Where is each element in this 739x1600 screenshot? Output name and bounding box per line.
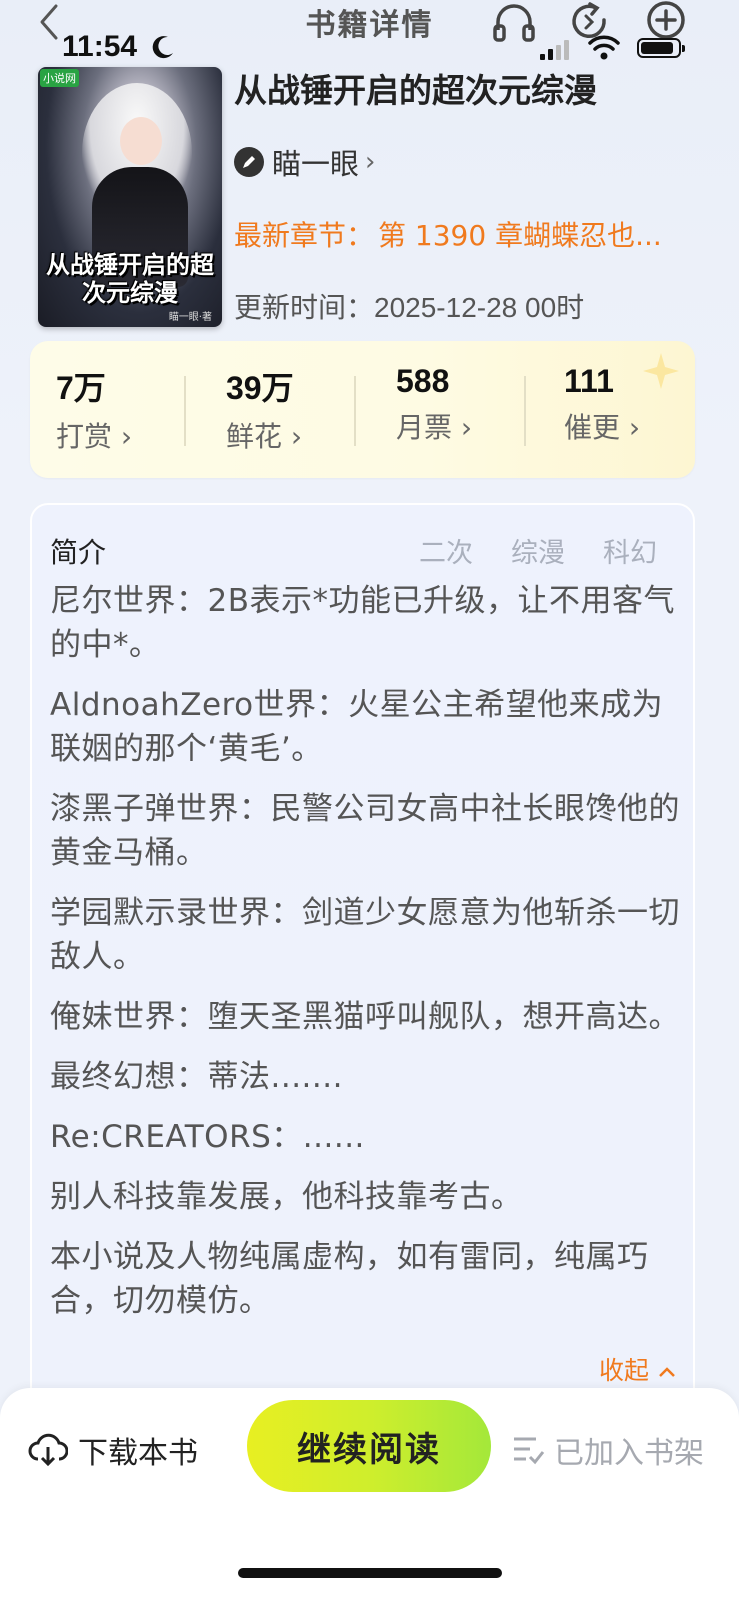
battery-icon (637, 38, 685, 58)
stat-label: 月票 (396, 411, 453, 444)
collapse-label: 收起 (599, 1356, 650, 1385)
chevron-right-icon: › (120, 420, 133, 453)
cover-badge: 小说网 (40, 69, 79, 87)
chevron-up-icon (659, 1367, 675, 1377)
latest-chapter-value: 第 1390 章蝴蝶忍也... (378, 219, 662, 252)
stat-label: 鲜花 (226, 420, 283, 453)
intro-paragraph: 本小说及人物纯属虚构，如有雷同，纯属巧合，切勿模仿。 (50, 1239, 649, 1319)
stat-label: 打赏 (56, 420, 113, 453)
stat-value: 111 (564, 363, 614, 399)
download-label: 下载本书 (78, 1436, 198, 1471)
divider (524, 376, 526, 446)
intro-card: 简介 二次 综漫 科幻 尼尔世界：2B表示*功能已升级，让不用客气的中*。 Al… (30, 503, 695, 1408)
tag[interactable]: 二次 (419, 531, 473, 570)
signal-icon (540, 40, 569, 60)
pen-icon (234, 147, 264, 177)
download-button[interactable]: 下载本书 (28, 1428, 198, 1472)
bookshelf-check-icon (514, 1437, 545, 1465)
shelf-label: 已加入书架 (554, 1436, 704, 1471)
intro-text: 尼尔世界：2B表示*功能已升级，让不用客气的中*。 AldnoahZero世界：… (50, 579, 680, 1339)
latest-chapter-link[interactable]: 最新章节：第 1390 章蝴蝶忍也... (234, 214, 674, 254)
headphones-icon[interactable] (490, 0, 538, 46)
tag[interactable]: 综漫 (511, 531, 565, 570)
intro-paragraph: 学园默示录世界：剑道少女愿意为他斩杀一切敌人。 (50, 895, 680, 975)
added-to-shelf-button[interactable]: 已加入书架 (510, 1428, 704, 1472)
author-name: 瞄一眼 (272, 147, 360, 181)
cover-title: 从战锤开启的超次元综漫 (46, 251, 214, 307)
tag-list: 二次 综漫 科幻 (419, 531, 657, 570)
divider (184, 376, 186, 446)
stats-card: 7万 打赏 › 39万 鲜花 › 588 月票 › 111 催更 › (30, 341, 695, 478)
status-time: 11:54 (62, 30, 138, 63)
book-title: 从战锤开启的超次元综漫 (234, 71, 597, 110)
intro-paragraph: 最终幻想：蒂法....... (50, 1059, 343, 1095)
book-cover[interactable]: 小说网 从战锤开启的超次元综漫 瞄一眼·著 (38, 67, 222, 327)
chevron-right-icon: › (365, 147, 376, 177)
updated-time: 更新时间：2025-12-28 00时 (234, 286, 584, 326)
wifi-icon (588, 35, 620, 60)
stat-label: 催更 (564, 411, 621, 444)
tag[interactable]: 科幻 (603, 531, 657, 570)
latest-chapter-label: 最新章节： (234, 219, 375, 252)
updated-label: 更新时间： (234, 291, 375, 324)
author-link[interactable]: 瞄一眼 › (234, 142, 375, 182)
divider (354, 376, 356, 446)
moon-icon (152, 36, 173, 59)
intro-paragraph: 别人科技靠发展，他科技靠考古。 (50, 1179, 523, 1215)
updated-value: 2025-12-28 00时 (374, 292, 585, 323)
top-nav: 书籍详情 11:54 (0, 0, 739, 64)
chevron-right-icon: › (628, 411, 641, 444)
chevron-right-icon: › (460, 411, 473, 444)
cover-art-face (120, 117, 162, 165)
sparkle-icon (643, 353, 679, 389)
collapse-button[interactable]: 收起 (599, 1351, 677, 1387)
intro-paragraph: AldnoahZero世界：火星公主希望他来成为联姻的那个‘黄毛’。 (50, 687, 664, 767)
intro-heading: 简介 (50, 536, 107, 569)
cover-author: 瞄一眼·著 (168, 312, 212, 323)
intro-paragraph: Re:CREATORS：...... (50, 1119, 365, 1155)
continue-reading-button[interactable]: 继续阅读 (247, 1400, 491, 1492)
home-indicator (238, 1568, 502, 1578)
cloud-download-icon (28, 1433, 68, 1467)
intro-paragraph: 尼尔世界：2B表示*功能已升级，让不用客气的中*。 (50, 583, 675, 663)
chevron-right-icon: › (290, 420, 303, 453)
stat-urge-update[interactable]: 111 催更 › (564, 363, 714, 446)
intro-paragraph: 漆黑子弹世界：民警公司女高中社长眼馋他的黄金马桶。 (50, 791, 680, 871)
intro-paragraph: 俺妹世界：堕天圣黑猫呼叫舰队，想开高达。 (50, 999, 680, 1035)
